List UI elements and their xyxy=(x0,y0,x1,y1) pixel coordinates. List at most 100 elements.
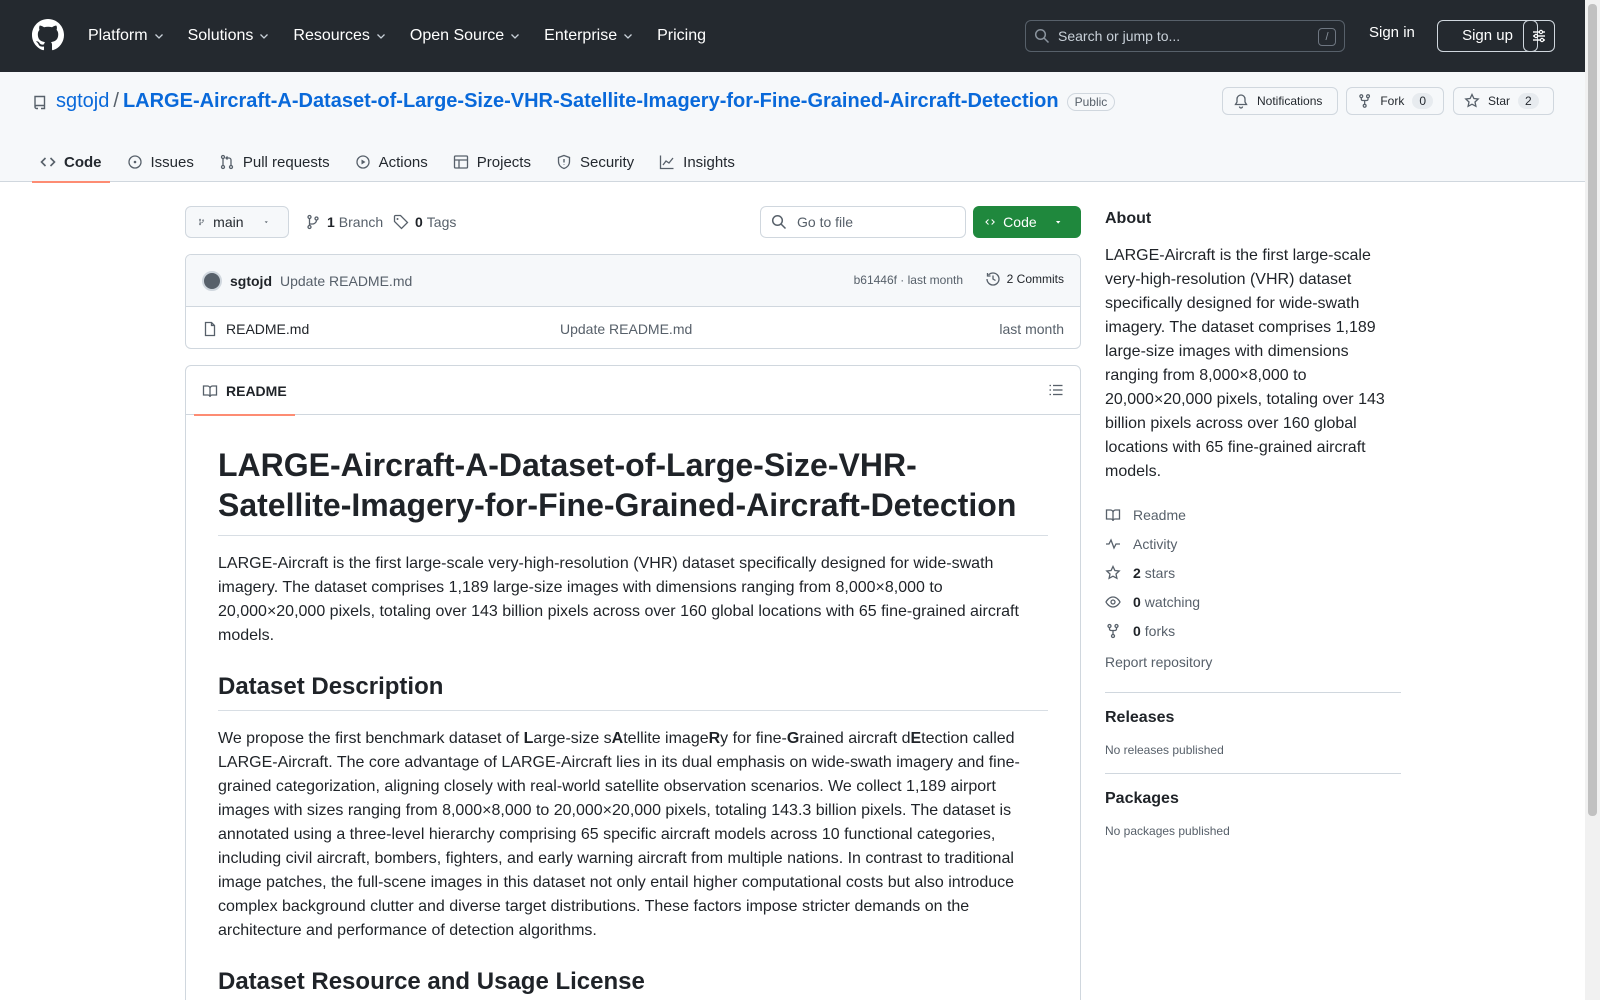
file-name-link[interactable]: README.md xyxy=(226,321,309,337)
commit-message-link[interactable]: Update README.md xyxy=(280,273,412,289)
readme-intro: LARGE-Aircraft is the first large-scale … xyxy=(218,555,1019,644)
search-shortcut-hint: / xyxy=(1318,28,1336,46)
branch-count: 1 xyxy=(327,214,335,230)
latest-commit-row: sgtojd Update README.md b61446f · last m… xyxy=(186,255,1080,307)
fork-icon xyxy=(1107,623,1119,638)
pull-request-icon xyxy=(220,154,234,170)
caret-down-icon xyxy=(264,221,268,224)
file-row: README.md Update README.md last month xyxy=(186,307,1080,348)
watching-count: 0 xyxy=(1133,593,1141,610)
chevron-down-icon xyxy=(624,34,633,39)
repo-tabs: Code Issues Pull requests Actions Projects Se… xyxy=(32,142,752,183)
tag-count-label: Tags xyxy=(426,214,457,230)
tag-icon xyxy=(393,214,409,230)
repo-header: sgtojd / LARGE-Aircraft-A-Dataset-of-Lar… xyxy=(0,72,1585,183)
caret-down-icon xyxy=(1055,221,1061,224)
search-input[interactable]: Search or jump to... / xyxy=(1025,20,1345,52)
tab-security[interactable]: Security xyxy=(548,142,642,182)
nav-item-solutions[interactable]: Solutions xyxy=(188,27,270,45)
nav-item-resources[interactable]: Resources xyxy=(293,27,385,45)
watchers-link[interactable]: 0 watching xyxy=(1105,587,1401,616)
star-label: Star xyxy=(1488,94,1511,108)
repo-owner-link[interactable]: sgtojd xyxy=(56,90,109,113)
go-to-file-input[interactable]: Go to file xyxy=(760,206,966,238)
code-icon xyxy=(985,219,995,225)
file-list: README.md Update README.md last month xyxy=(186,307,1080,348)
code-dropdown-button[interactable]: Code xyxy=(973,206,1081,238)
code-button-label: Code xyxy=(1003,214,1037,230)
readme-body: LARGE-Aircraft-A-Dataset-of-Large-Size-V… xyxy=(186,415,1080,1000)
star-count: 2 xyxy=(1518,93,1539,109)
tab-label: Insights xyxy=(683,153,735,171)
tab-actions[interactable]: Actions xyxy=(347,142,436,182)
stars-count: 2 xyxy=(1133,564,1141,581)
readme-tab-label: README xyxy=(226,382,287,399)
chevron-down-icon xyxy=(511,34,520,39)
report-repository-link[interactable]: Report repository xyxy=(1105,647,1401,676)
readme-tab[interactable]: README xyxy=(194,366,295,416)
readme-link-label: Readme xyxy=(1133,506,1186,523)
graph-icon xyxy=(660,155,674,170)
search-icon xyxy=(771,214,787,230)
list-outline-icon[interactable] xyxy=(1048,382,1064,398)
commit-author-link[interactable]: sgtojd xyxy=(230,273,272,289)
book-icon xyxy=(202,384,218,397)
activity-link[interactable]: Activity xyxy=(1105,529,1401,558)
stars-link[interactable]: 2 stars xyxy=(1105,558,1401,587)
branches-link[interactable]: 1 Branch xyxy=(305,214,383,230)
sliders-icon xyxy=(1533,29,1545,43)
star-button[interactable]: Star 2 xyxy=(1453,87,1554,115)
star-icon xyxy=(1105,564,1121,580)
acronym-letter: A xyxy=(611,730,624,747)
repo-name-link[interactable]: LARGE-Aircraft-A-Dataset-of-Large-Size-V… xyxy=(123,90,1059,113)
nav-item-pricing[interactable]: Pricing xyxy=(657,27,706,45)
tab-projects[interactable]: Projects xyxy=(445,142,539,182)
global-nav: Platform Solutions Resources Open Source Ent… xyxy=(88,0,730,72)
forks-label: forks xyxy=(1144,622,1176,639)
fork-button[interactable]: Fork 0 xyxy=(1346,87,1444,115)
readme-link[interactable]: Readme xyxy=(1105,500,1401,529)
description-lead: We propose the first benchmark dataset o… xyxy=(218,730,524,747)
branch-icon xyxy=(307,214,319,230)
fork-count: 0 xyxy=(1412,93,1433,109)
forks-link[interactable]: 0 forks xyxy=(1105,616,1401,645)
nav-item-platform[interactable]: Platform xyxy=(88,27,164,45)
nav-item-enterprise[interactable]: Enterprise xyxy=(544,27,633,45)
section-heading-description: Dataset Description xyxy=(218,672,1048,711)
star-icon xyxy=(1464,93,1480,108)
packages-heading[interactable]: Packages xyxy=(1105,790,1401,808)
tab-label: Code xyxy=(64,153,102,171)
readme-description-paragraph: We propose the first benchmark dataset o… xyxy=(218,727,1048,943)
activity-link-label: Activity xyxy=(1133,535,1178,552)
nav-item-label: Solutions xyxy=(187,27,254,44)
branch-selector-button[interactable]: main xyxy=(185,206,289,238)
repo-title: sgtojd / LARGE-Aircraft-A-Dataset-of-Lar… xyxy=(32,90,1116,113)
go-to-file-placeholder: Go to file xyxy=(797,214,854,230)
nav-item-open-source[interactable]: Open Source xyxy=(410,27,520,45)
tab-pull-requests[interactable]: Pull requests xyxy=(211,142,338,182)
github-logo-icon[interactable] xyxy=(32,19,64,51)
tab-label: Actions xyxy=(378,153,428,171)
file-commit-message-link[interactable]: Update README.md xyxy=(560,321,692,337)
sign-in-link[interactable]: Sign in xyxy=(1369,24,1415,41)
acronym-phrase: Large-size sAtellite imageRy for fine-Gr… xyxy=(524,730,1015,747)
avatar[interactable] xyxy=(202,270,222,291)
tab-code[interactable]: Code xyxy=(32,142,110,183)
repo-icon xyxy=(34,95,46,109)
nav-item-label: Enterprise xyxy=(544,27,618,44)
tags-link[interactable]: 0 Tags xyxy=(393,214,456,230)
commits-history-link[interactable]: 2 Commits xyxy=(985,271,1064,287)
menu-toggle-button[interactable] xyxy=(1523,20,1555,52)
shield-icon xyxy=(557,154,571,170)
branch-count-label: Branch xyxy=(338,214,384,230)
tab-label: Security xyxy=(579,153,635,171)
releases-heading[interactable]: Releases xyxy=(1105,709,1401,727)
tab-insights[interactable]: Insights xyxy=(651,142,743,182)
notifications-button[interactable]: Notifications xyxy=(1222,87,1338,115)
chevron-down-icon xyxy=(154,34,163,39)
watching-label: watching xyxy=(1144,593,1201,610)
commit-hash-date[interactable]: b61446f · last month xyxy=(854,273,963,287)
tab-issues[interactable]: Issues xyxy=(119,142,202,182)
code-icon xyxy=(40,157,56,167)
scrollbar-thumb[interactable] xyxy=(1588,4,1597,816)
